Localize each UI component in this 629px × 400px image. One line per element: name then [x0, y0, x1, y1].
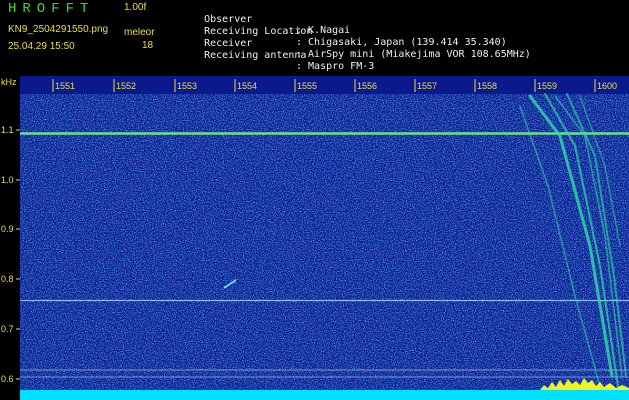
location-value: : Chigasaki, Japan (139.414 35.340)	[296, 37, 507, 48]
app-logo: HROFFT	[8, 1, 95, 17]
freq-tick-0.8: 0.8	[1, 274, 14, 284]
time-tick-1552: 1552	[116, 81, 136, 91]
antenna-label: Receiving antenna	[204, 50, 307, 61]
time-tick-1557: 1557	[417, 81, 437, 91]
meleor-count: 18	[142, 40, 154, 51]
time-tick-1551: 1551	[55, 81, 75, 91]
freq-tick-0.9: 0.9	[1, 224, 14, 234]
receiver-value: : AirSpy mini (Miakejima VOR 108.65MHz)	[296, 49, 531, 60]
app-version: 1.00f	[124, 2, 147, 13]
power-baseline	[20, 390, 629, 400]
waterfall-spectrogram: kHz 1.1 1.0 0.9 0.8 0.7 0.6 1551 1552 15…	[0, 76, 629, 400]
antenna-value: : Maspro FM-3	[296, 61, 375, 72]
time-tick-1559: 1559	[537, 81, 557, 91]
freq-tick-1.1: 1.1	[1, 125, 14, 135]
meleor-label: meleor	[124, 27, 155, 38]
header-panel: HROFFT 1.00f KN9_2504291550.png meleor 2…	[0, 0, 629, 76]
time-tick-1554: 1554	[237, 81, 257, 91]
time-tick-1600: 1600	[597, 81, 617, 91]
freq-tick-0.7: 0.7	[1, 324, 14, 334]
time-tick-1556: 1556	[357, 81, 377, 91]
freq-tick-1.0: 1.0	[1, 175, 14, 185]
time-tick-1555: 1555	[297, 81, 317, 91]
file-name: KN9_2504291550.png	[8, 24, 109, 35]
waterfall-noise-bright	[20, 94, 629, 390]
freq-unit-label: kHz	[1, 77, 17, 87]
time-tick-1558: 1558	[477, 81, 497, 91]
file-datetime: 25.04.29 15:50	[8, 41, 75, 52]
time-tick-1553: 1553	[177, 81, 197, 91]
freq-tick-0.6: 0.6	[1, 374, 14, 384]
